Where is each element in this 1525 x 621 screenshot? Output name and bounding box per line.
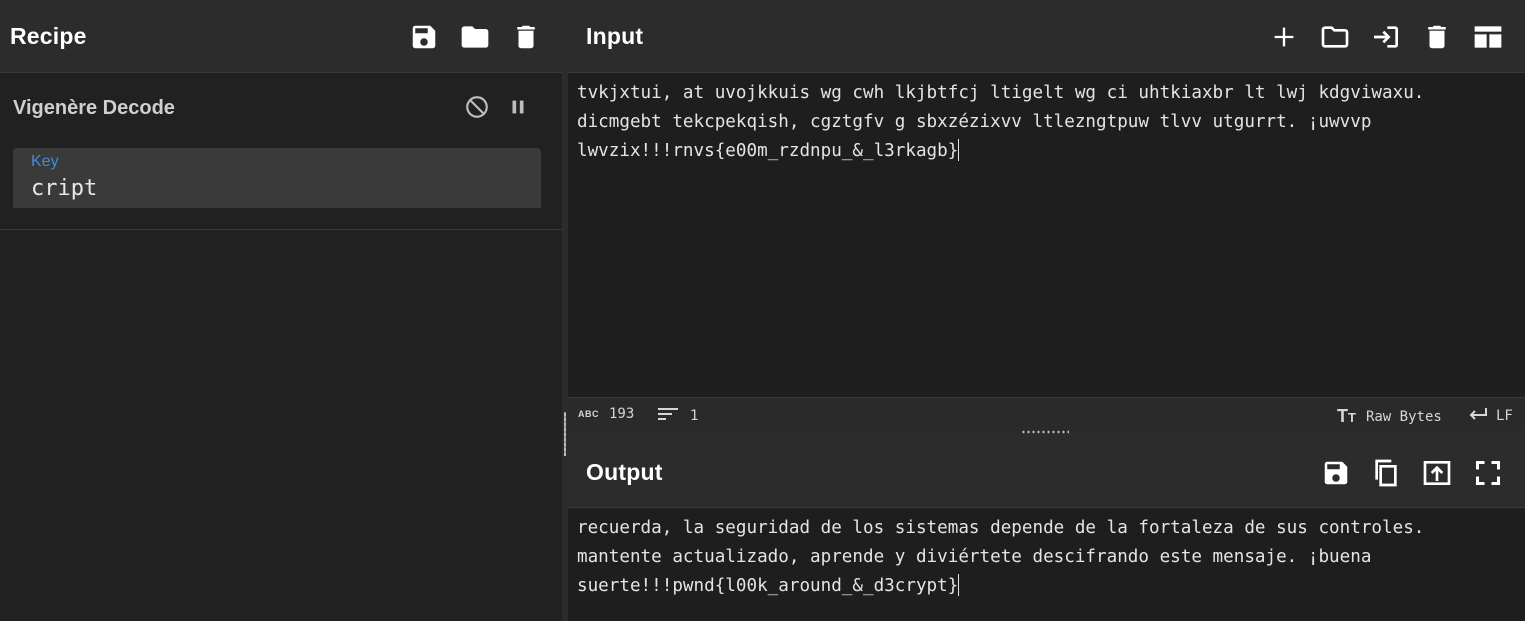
input-textarea[interactable]: tvkjxtui, at uvojkkuis wg cwh lkjbtfcj l… [577,79,1511,166]
pause-operation-icon[interactable] [500,89,536,125]
open-folder-import-icon[interactable] [1368,19,1404,55]
reset-layout-icon[interactable] [1470,19,1506,55]
encoding-selector[interactable]: TT Raw Bytes [1337,406,1442,427]
io-panel: Input tvkjxtui, at uvojkkuis wg cwh lkjb… [568,0,1525,621]
output-title: Output [586,458,663,485]
disable-operation-icon[interactable] [459,89,495,125]
key-label: Key [31,153,59,170]
char-count-value: 193 [609,406,635,422]
save-output-icon[interactable] [1318,455,1354,491]
output-text: recuerda, la seguridad de los sistemas d… [577,518,1435,596]
clear-recipe-trash-icon[interactable] [508,19,544,55]
eol-selector[interactable]: LF [1468,406,1513,426]
load-recipe-folder-icon[interactable] [457,19,493,55]
output-textarea[interactable]: recuerda, la seguridad de los sistemas d… [577,514,1511,601]
abc-icon: ABC [578,409,599,419]
input-status-bar: ABC 193 1 TT Raw Bytes LF [568,397,1525,432]
input-text: tvkjxtui, at uvojkkuis wg cwh lkjbtfcj l… [577,83,1435,161]
operation-title: Vigenère Decode [13,97,175,119]
key-input[interactable]: Key cript [13,148,541,208]
line-count-value: 1 [690,408,699,424]
text-caret [958,139,960,161]
copy-output-icon[interactable] [1368,455,1404,491]
recipe-title: Recipe [10,22,87,49]
vertical-splitter-grip[interactable] [564,412,566,456]
clear-input-trash-icon[interactable] [1419,19,1455,55]
recipe-panel: Recipe Vigenère Decode Key cript [0,0,562,621]
text-format-icon: TT [1337,406,1356,426]
input-title: Input [586,22,644,49]
save-recipe-icon[interactable] [406,19,442,55]
eol-label: LF [1496,408,1513,424]
horizontal-splitter-grip[interactable] [1021,429,1069,435]
line-count: 1 [658,406,698,426]
char-count: ABC 193 [578,406,634,422]
return-arrow-icon [1468,406,1488,426]
replace-input-icon[interactable] [1419,455,1455,491]
add-input-plus-icon[interactable] [1266,19,1302,55]
encoding-label: Raw Bytes [1365,408,1442,425]
cyberchef-app: Recipe Vigenère Decode Key cript Input t… [0,0,1525,621]
key-value[interactable]: cript [31,176,97,201]
output-caret [958,574,960,596]
maximize-output-icon[interactable] [1470,455,1506,491]
open-file-folder-icon[interactable] [1317,19,1353,55]
lines-icon [658,406,678,426]
